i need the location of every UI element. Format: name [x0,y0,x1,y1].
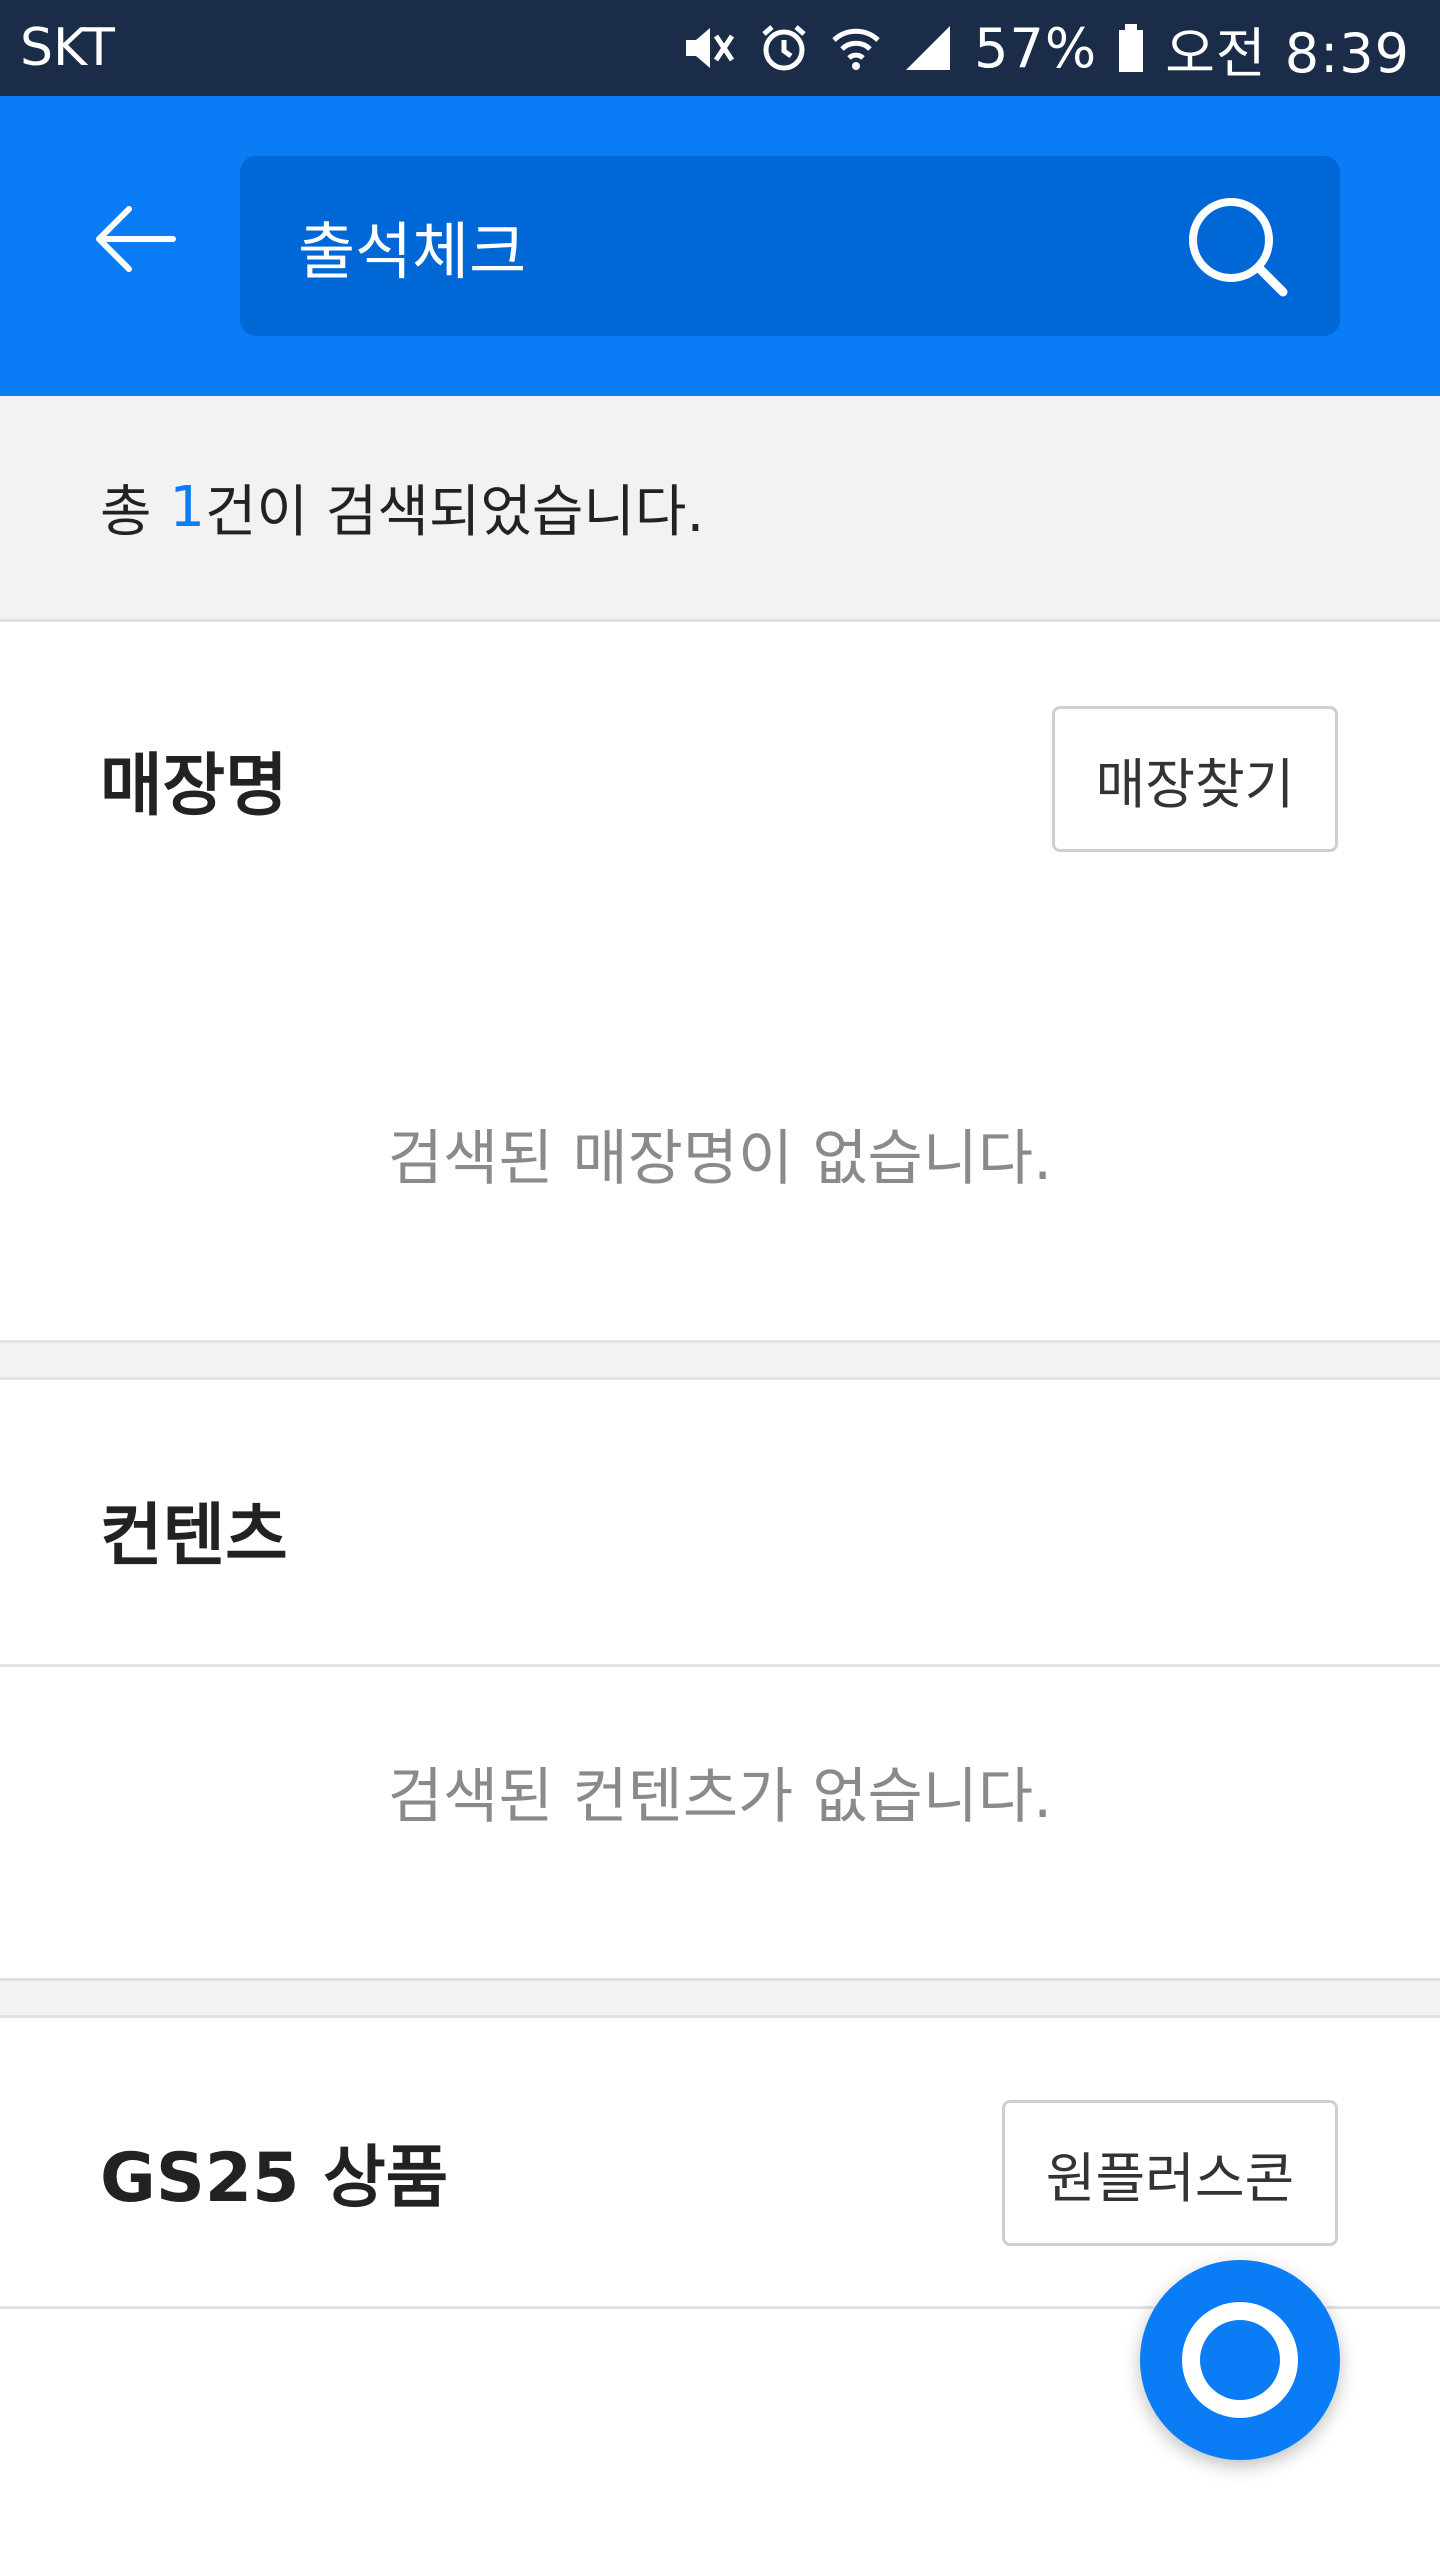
divider [0,1664,1440,1667]
mute-icon [682,22,738,74]
store-section-title: 매장명 [100,747,288,826]
carrier-label: SKT [20,18,115,78]
back-arrow-icon [96,206,176,272]
result-count: 1 [169,475,205,540]
status-bar: SKT 57% 오전 8:39 [0,0,1440,96]
app-bar [0,96,1440,396]
battery-icon [1117,22,1145,74]
find-store-button[interactable]: 매장찾기 [1052,706,1338,852]
section-divider [0,1978,1440,2018]
signal-icon [902,22,954,74]
battery-percent: 57% [974,16,1098,80]
circle-icon [1182,2302,1298,2418]
search-button[interactable] [1182,191,1292,301]
status-icons: 57% 오전 8:39 [682,9,1410,88]
clock: 오전 8:39 [1165,21,1410,85]
back-button[interactable] [80,184,190,294]
section-divider [0,1340,1440,1380]
product-section-title: GS25 상품 [100,2139,449,2218]
content-empty-message: 검색된 컨텐츠가 없습니다. [387,1762,1053,1832]
search-icon [1189,198,1288,297]
alarm-icon [758,22,810,74]
result-summary: 총 1 건이 검색되었습니다. [0,396,1440,622]
one-plus-con-button[interactable]: 원플러스콘 [1002,2100,1338,2246]
search-input[interactable] [298,209,1098,283]
search-box [240,156,1340,336]
wifi-icon [830,22,882,74]
result-prefix: 총 [100,480,170,545]
result-suffix: 건이 검색되었습니다. [204,480,705,545]
floating-action-button[interactable] [1140,2260,1340,2460]
content-section-title: 컨텐츠 [100,1497,288,1576]
store-empty-message: 검색된 매장명이 없습니다. [387,1124,1053,1194]
